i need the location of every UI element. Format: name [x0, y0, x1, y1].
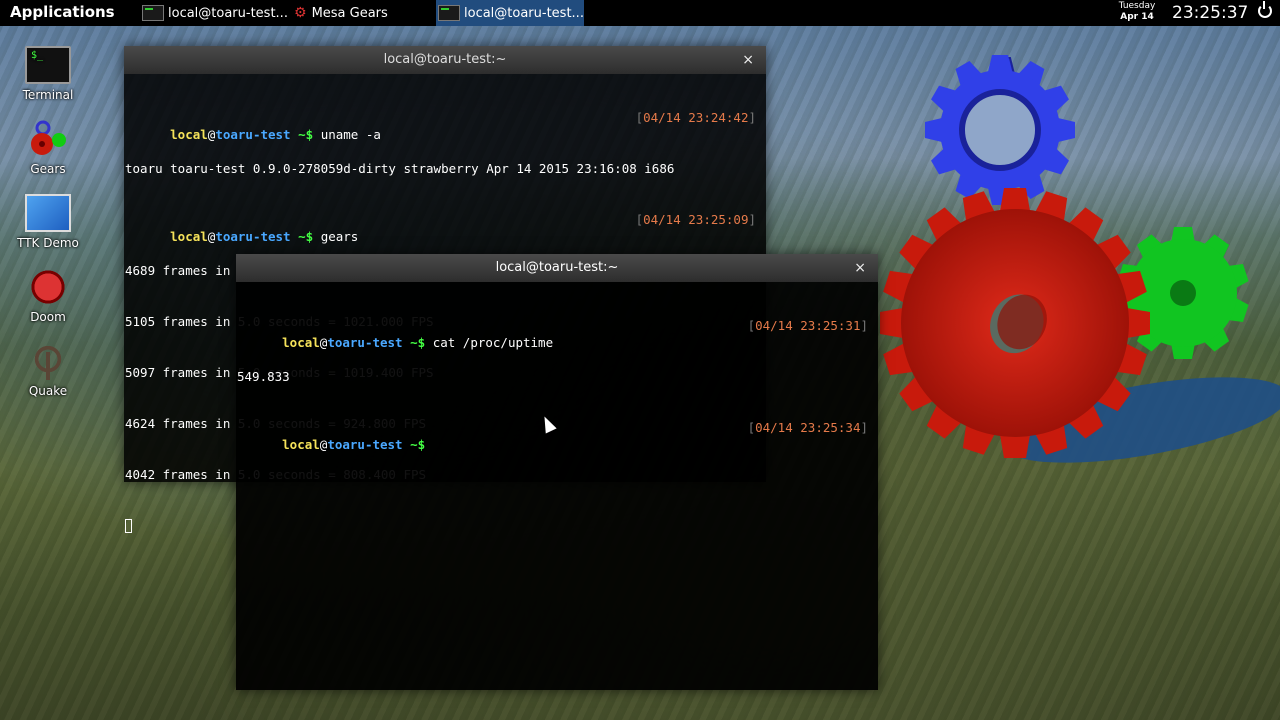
timestamp: [04/14 23:25:31] — [747, 318, 868, 333]
terminal-icon — [438, 5, 460, 21]
window-titlebar[interactable]: local@toaru-test:~ × — [236, 254, 878, 282]
terminal-window-2[interactable]: local@toaru-test:~ × local@toaru-test ~$… — [236, 254, 878, 690]
clock-day: Apr 14 — [1120, 12, 1154, 22]
terminal-content[interactable]: local@toaru-test ~$ cat /proc/uptime [04… — [236, 282, 878, 470]
command-text: cat /proc/uptime — [432, 335, 554, 350]
clock-time[interactable]: 23:25:37 — [1172, 3, 1248, 23]
timestamp: [04/14 23:24:42] — [635, 110, 756, 125]
clock-date[interactable]: Tuesday Apr 14 — [1110, 1, 1164, 23]
taskbar-item-label: local@toaru-test... — [464, 5, 584, 21]
top-panel: Applications local@toaru-test... ⚙ Mesa … — [0, 0, 1280, 26]
window-title: local@toaru-test:~ — [383, 52, 507, 67]
gears-icon — [25, 120, 71, 158]
close-icon[interactable]: × — [854, 254, 866, 282]
desktop-icon-doom[interactable]: Doom — [13, 268, 83, 324]
terminal-icon — [142, 5, 164, 21]
desktop-icon-ttk-demo[interactable]: TTK Demo — [13, 194, 83, 250]
mesa-gears-render[interactable] — [875, 45, 1255, 460]
applications-menu[interactable]: Applications — [10, 3, 115, 21]
window-titlebar[interactable]: local@toaru-test:~ × — [124, 46, 766, 74]
desktop-icon-label: TTK Demo — [17, 236, 79, 250]
gears-icon: ⚙ — [294, 5, 307, 21]
desktop-icon-label: Doom — [30, 310, 66, 324]
clock-weekday: Tuesday — [1118, 1, 1156, 11]
taskbar-item-mesa-gears[interactable]: ⚙ Mesa Gears — [292, 0, 432, 26]
command-text: uname -a — [320, 127, 381, 142]
taskbar-item-terminal-1[interactable]: local@toaru-test... — [140, 0, 288, 26]
timestamp: [04/14 23:25:09] — [635, 212, 756, 227]
terminal-line: local@toaru-test ~$ gears [04/14 23:25:0… — [170, 212, 756, 244]
terminal-line: local@toaru-test ~$ uname -a [04/14 23:2… — [170, 110, 756, 142]
desktop-icon-quake[interactable]: Quake — [13, 342, 83, 398]
command-text: gears — [320, 229, 359, 244]
terminal-line: local@toaru-test ~$ [04/14 23:25:34] — [282, 420, 868, 452]
ttk-demo-icon — [25, 194, 71, 232]
desktop-icon-label: Gears — [30, 162, 66, 176]
text-cursor — [125, 519, 132, 533]
doom-icon — [25, 268, 71, 306]
blue-gear-icon — [925, 55, 1075, 205]
desktop-icon-gears[interactable]: Gears — [13, 120, 83, 176]
desktop-icon-label: Terminal — [22, 88, 74, 102]
terminal-icon — [25, 46, 71, 84]
close-icon[interactable]: × — [742, 46, 754, 74]
terminal-line: toaru toaru-test 0.9.0-278059d-dirty str… — [125, 161, 675, 176]
taskbar-item-terminal-2[interactable]: local@toaru-test... — [436, 0, 584, 26]
terminal-line: 549.833 — [237, 369, 290, 384]
taskbar-item-label: local@toaru-test... — [168, 5, 288, 21]
desktop-icon-terminal[interactable]: Terminal — [13, 46, 83, 102]
desktop-icon-label: Quake — [28, 384, 68, 398]
taskbar-item-label: Mesa Gears — [311, 5, 388, 21]
power-icon[interactable] — [1258, 1, 1272, 18]
red-gear-icon — [880, 188, 1150, 458]
quake-icon — [25, 342, 71, 380]
window-title: local@toaru-test:~ — [495, 260, 619, 275]
timestamp: [04/14 23:25:34] — [747, 420, 868, 435]
terminal-line: local@toaru-test ~$ cat /proc/uptime [04… — [282, 318, 868, 350]
